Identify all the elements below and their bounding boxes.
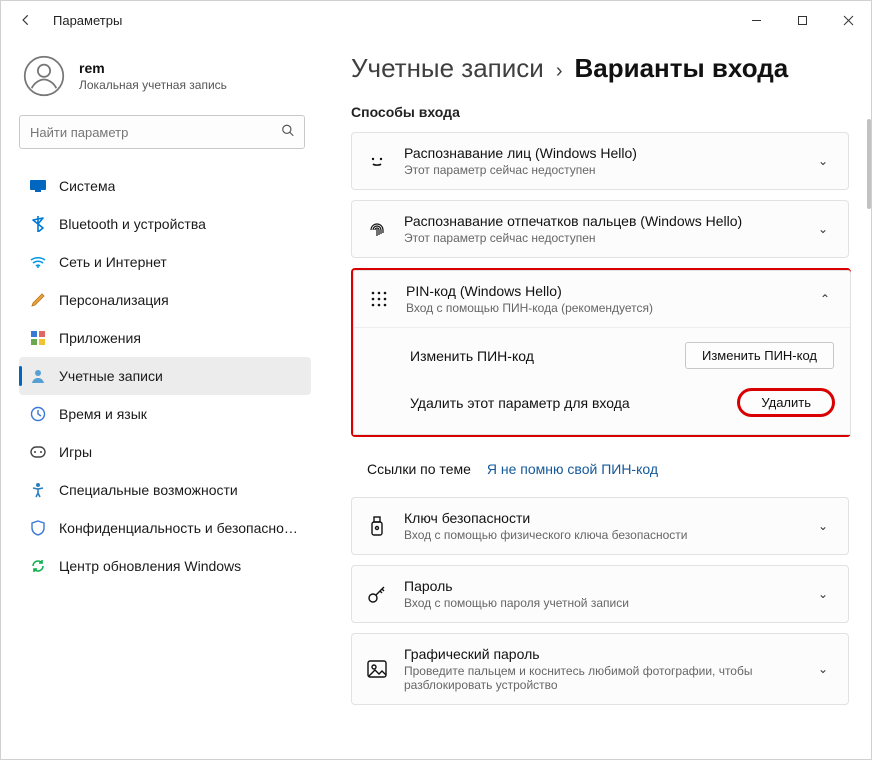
breadcrumb-separator-icon: ›: [556, 60, 563, 83]
remove-pin-button[interactable]: Удалить: [738, 389, 834, 416]
method-fingerprint[interactable]: Распознавание отпечатков пальцев (Window…: [351, 200, 849, 258]
close-button[interactable]: [825, 1, 871, 39]
card-title: PIN-код (Windows Hello): [406, 283, 798, 299]
sidebar-item-apps[interactable]: Приложения: [19, 319, 311, 357]
sidebar-item-bluetooth[interactable]: Bluetooth и устройства: [19, 205, 311, 243]
usb-key-icon: [366, 515, 388, 537]
chevron-down-icon: ⌄: [812, 587, 834, 601]
sidebar-item-gaming[interactable]: Игры: [19, 433, 311, 471]
wifi-icon: [29, 253, 47, 271]
window-title: Параметры: [53, 13, 122, 28]
section-label: Способы входа: [351, 104, 865, 120]
forgot-pin-link[interactable]: Я не помню свой ПИН-код: [487, 461, 658, 477]
search-input[interactable]: [19, 115, 305, 149]
breadcrumb: Учетные записи › Варианты входа: [351, 53, 865, 84]
chevron-down-icon: ⌄: [812, 662, 834, 676]
links-label: Ссылки по теме: [367, 461, 471, 477]
back-button[interactable]: [11, 5, 41, 35]
sidebar-item-accessibility[interactable]: Специальные возможности: [19, 471, 311, 509]
method-security-key[interactable]: Ключ безопасности Вход с помощью физичес…: [351, 497, 849, 555]
face-icon: [366, 150, 388, 172]
accessibility-icon: [29, 481, 47, 499]
pin-change-label: Изменить ПИН-код: [410, 348, 534, 364]
card-title: Графический пароль: [404, 646, 796, 662]
card-title: Распознавание лиц (Windows Hello): [404, 145, 796, 161]
chevron-down-icon: ⌄: [812, 222, 834, 236]
user-name: rem: [79, 60, 227, 76]
chevron-down-icon: ⌄: [812, 519, 834, 533]
maximize-button[interactable]: [779, 1, 825, 39]
clock-icon: [29, 405, 47, 423]
scrollbar-thumb[interactable]: [867, 119, 871, 209]
apps-icon: [29, 329, 47, 347]
key-icon: [366, 583, 388, 605]
pin-change-row: Изменить ПИН-код Изменить ПИН-код: [354, 328, 850, 383]
card-title: Пароль: [404, 578, 796, 594]
shield-icon: [29, 519, 47, 537]
card-title: Ключ безопасности: [404, 510, 796, 526]
card-subtitle: Этот параметр сейчас недоступен: [404, 231, 796, 245]
sidebar-item-network[interactable]: Сеть и Интернет: [19, 243, 311, 281]
method-pin[interactable]: PIN-код (Windows Hello) Вход с помощью П…: [353, 270, 851, 435]
system-icon: [29, 177, 47, 195]
pin-highlight-box: PIN-код (Windows Hello) Вход с помощью П…: [351, 268, 851, 437]
sidebar-item-personalization[interactable]: Персонализация: [19, 281, 311, 319]
sidebar: rem Локальная учетная запись Система Blu…: [1, 39, 321, 759]
fingerprint-icon: [366, 218, 388, 240]
scrollbar[interactable]: [866, 119, 871, 739]
accounts-icon: [29, 367, 47, 385]
title-bar: Параметры: [1, 1, 871, 39]
nav-list: Система Bluetooth и устройства Сеть и Ин…: [19, 167, 311, 585]
pin-remove-row: Удалить этот параметр для входа Удалить: [354, 383, 850, 434]
card-subtitle: Вход с помощью физического ключа безопас…: [404, 528, 796, 542]
search-wrap: [19, 115, 305, 149]
card-subtitle: Проведите пальцем и коснитесь любимой фо…: [404, 664, 796, 692]
card-title: Распознавание отпечатков пальцев (Window…: [404, 213, 796, 229]
pin-remove-label: Удалить этот параметр для входа: [410, 395, 630, 411]
breadcrumb-current: Варианты входа: [574, 53, 788, 84]
gaming-icon: [29, 443, 47, 461]
change-pin-button[interactable]: Изменить ПИН-код: [685, 342, 834, 369]
brush-icon: [29, 291, 47, 309]
method-face[interactable]: Распознавание лиц (Windows Hello) Этот п…: [351, 132, 849, 190]
update-icon: [29, 557, 47, 575]
sidebar-item-privacy[interactable]: Конфиденциальность и безопасность: [19, 509, 311, 547]
related-links: Ссылки по теме Я не помню свой ПИН-код: [351, 447, 849, 497]
sidebar-item-update[interactable]: Центр обновления Windows: [19, 547, 311, 585]
sidebar-item-accounts[interactable]: Учетные записи: [19, 357, 311, 395]
pin-icon: [368, 288, 390, 310]
picture-icon: [366, 658, 388, 680]
card-subtitle: Вход с помощью пароля учетной записи: [404, 596, 796, 610]
sidebar-item-system[interactable]: Система: [19, 167, 311, 205]
sidebar-item-time-language[interactable]: Время и язык: [19, 395, 311, 433]
user-subtitle: Локальная учетная запись: [79, 78, 227, 92]
bluetooth-icon: [29, 215, 47, 233]
user-block[interactable]: rem Локальная учетная запись: [19, 47, 311, 115]
method-picture-password[interactable]: Графический пароль Проведите пальцем и к…: [351, 633, 849, 705]
avatar-icon: [23, 55, 65, 97]
method-password[interactable]: Пароль Вход с помощью пароля учетной зап…: [351, 565, 849, 623]
chevron-up-icon: ⌃: [814, 292, 836, 306]
main-content: Учетные записи › Варианты входа Способы …: [321, 39, 871, 759]
chevron-down-icon: ⌄: [812, 154, 834, 168]
minimize-button[interactable]: [733, 1, 779, 39]
window-controls: [733, 1, 871, 39]
card-subtitle: Этот параметр сейчас недоступен: [404, 163, 796, 177]
card-subtitle: Вход с помощью ПИН-кода (рекомендуется): [406, 301, 798, 315]
breadcrumb-parent[interactable]: Учетные записи: [351, 53, 544, 84]
